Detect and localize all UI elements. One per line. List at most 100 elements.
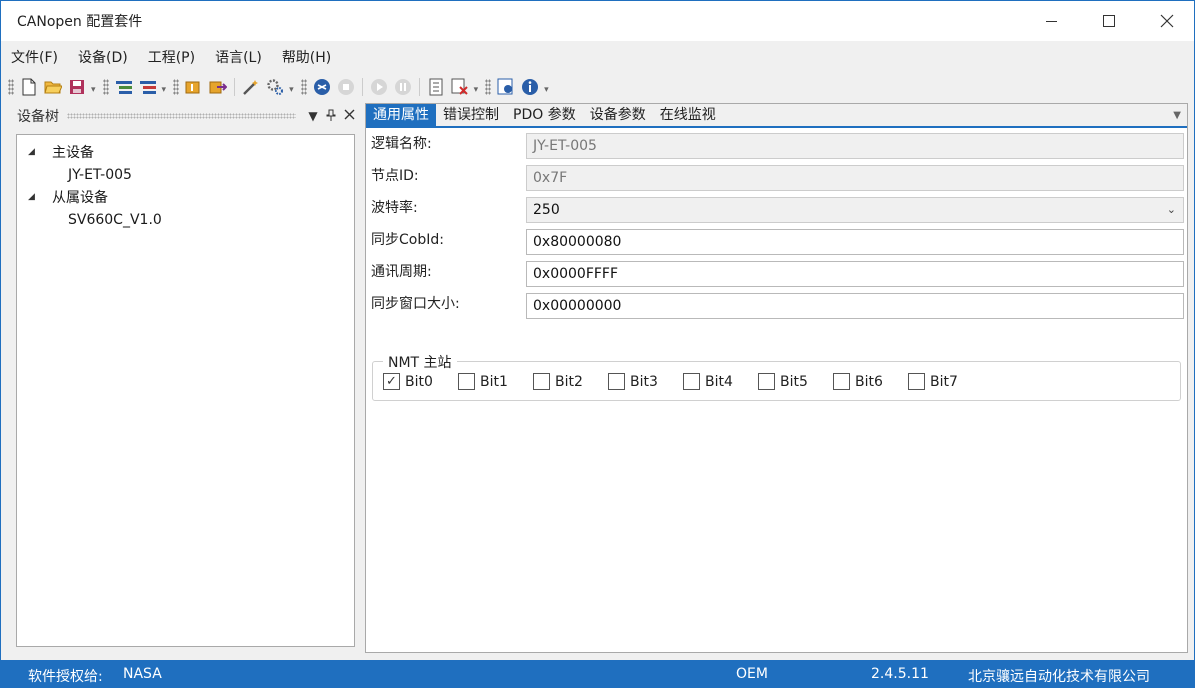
sync-window-input[interactable]: 0x00000000 xyxy=(526,293,1184,319)
oem-label: OEM xyxy=(736,666,768,682)
config-icon[interactable] xyxy=(495,76,517,98)
tree-node-master-device[interactable]: JY-ET-005 xyxy=(17,164,354,187)
minimize-button[interactable] xyxy=(1022,1,1080,41)
status-bar: 软件授权给: NASA OEM 2.4.5.11 北京骧远自动化技术有限公司 xyxy=(1,660,1195,688)
bit2-checkbox[interactable]: Bit2 xyxy=(533,373,608,390)
wizard-icon[interactable] xyxy=(240,76,262,98)
menu-language[interactable]: 语言(L) xyxy=(205,47,272,67)
sync-window-label: 同步窗口大小: xyxy=(371,296,460,312)
toolbar-grip[interactable] xyxy=(300,79,307,95)
bit7-checkbox[interactable]: Bit7 xyxy=(908,373,983,390)
comm-period-input[interactable]: 0x0000FFFF xyxy=(526,261,1184,287)
bit6-checkbox[interactable]: Bit6 xyxy=(833,373,908,390)
download-icon[interactable] xyxy=(425,76,447,98)
bit-label: Bit7 xyxy=(930,373,958,390)
close-button[interactable] xyxy=(1138,1,1195,41)
toolbar-separator xyxy=(361,78,363,96)
checkbox-icon[interactable] xyxy=(458,373,475,390)
minimize-icon xyxy=(1045,20,1057,22)
node-id-label: 节点ID: xyxy=(371,168,419,184)
tab-list-icon[interactable]: ▼ xyxy=(1173,110,1181,121)
tab-pdo[interactable]: PDO 参数 xyxy=(506,104,583,126)
checkbox-icon[interactable] xyxy=(833,373,850,390)
tree-node-slave-device[interactable]: SV660C_V1.0 xyxy=(17,209,354,232)
open-folder-icon[interactable] xyxy=(42,76,64,98)
chevron-down-icon[interactable]: ▾ xyxy=(162,85,167,95)
tree-node-master[interactable]: ◢ 主设备 xyxy=(17,141,354,164)
tab-error-control[interactable]: 错误控制 xyxy=(436,104,506,126)
menu-project[interactable]: 工程(P) xyxy=(138,47,205,67)
menu-device[interactable]: 设备(D) xyxy=(68,47,138,67)
toolbar-grip[interactable] xyxy=(102,79,109,95)
panel-grip[interactable] xyxy=(67,113,296,119)
menu-help[interactable]: 帮助(H) xyxy=(272,47,341,67)
tree-node-label: 主设备 xyxy=(52,145,94,162)
maximize-button[interactable] xyxy=(1080,1,1138,41)
sync-cobid-row: 同步CobId: 0x80000080 xyxy=(366,226,1189,255)
tab-online-monitor[interactable]: 在线监视 xyxy=(653,104,723,126)
tab-general[interactable]: 通用属性 xyxy=(366,104,436,126)
bit-label: Bit6 xyxy=(855,373,883,390)
chevron-down-icon[interactable]: ▾ xyxy=(474,85,479,95)
checkbox-checked-icon[interactable]: ✓ xyxy=(383,373,400,390)
toolbar: ▾ ▾ ▾ ▾ ▾ xyxy=(1,73,1194,101)
maximize-icon xyxy=(1103,15,1115,27)
sync-cobid-input[interactable]: 0x80000080 xyxy=(526,229,1184,255)
tree-node-label: 从属设备 xyxy=(52,190,108,207)
bit5-checkbox[interactable]: Bit5 xyxy=(758,373,833,390)
chevron-down-icon[interactable]: ▾ xyxy=(91,85,96,95)
logic-name-field: JY-ET-005 xyxy=(526,133,1184,159)
baud-rate-value: 250 xyxy=(533,202,560,218)
save-icon[interactable] xyxy=(66,76,88,98)
bit3-checkbox[interactable]: Bit3 xyxy=(608,373,683,390)
app-window: CANopen 配置套件 文件(F) 设备(D) 工程(P) 语言(L) 帮助(… xyxy=(0,0,1195,688)
bit4-checkbox[interactable]: Bit4 xyxy=(683,373,758,390)
logic-name-label: 逻辑名称: xyxy=(371,136,432,152)
pause-icon[interactable] xyxy=(392,76,414,98)
export-icon[interactable] xyxy=(207,76,229,98)
checkbox-icon[interactable] xyxy=(683,373,700,390)
panel-close-icon[interactable] xyxy=(340,109,358,123)
license-value: NASA xyxy=(123,666,162,682)
checkbox-icon[interactable] xyxy=(533,373,550,390)
bit-label: Bit5 xyxy=(780,373,808,390)
chevron-down-icon[interactable]: ▾ xyxy=(289,85,294,95)
comm-period-row: 通讯周期: 0x0000FFFF xyxy=(366,258,1189,287)
delete-icon[interactable] xyxy=(449,76,471,98)
toolbar-grip[interactable] xyxy=(173,79,180,95)
menu-file[interactable]: 文件(F) xyxy=(1,47,68,67)
checkbox-icon[interactable] xyxy=(758,373,775,390)
info-icon[interactable] xyxy=(519,76,541,98)
checkbox-icon[interactable] xyxy=(608,373,625,390)
settings-icon[interactable] xyxy=(264,76,286,98)
bit-label: Bit1 xyxy=(480,373,508,390)
stop-icon[interactable] xyxy=(335,76,357,98)
add-node-icon[interactable] xyxy=(113,76,135,98)
collapse-icon[interactable]: ◢ xyxy=(28,147,42,157)
import-icon[interactable] xyxy=(183,76,205,98)
tab-device-params[interactable]: 设备参数 xyxy=(583,104,653,126)
chevron-down-icon[interactable]: ▾ xyxy=(544,85,549,95)
company-label: 北京骧远自动化技术有限公司 xyxy=(968,669,1150,685)
collapse-icon[interactable]: ◢ xyxy=(28,192,42,202)
toolbar-separator xyxy=(234,78,236,96)
bit0-checkbox[interactable]: ✓ Bit0 xyxy=(383,373,458,390)
logic-name-row: 逻辑名称: JY-ET-005 xyxy=(366,130,1189,159)
remove-node-icon[interactable] xyxy=(137,76,159,98)
pin-icon[interactable] xyxy=(322,109,340,124)
baud-rate-select[interactable]: 250 ⌄ xyxy=(526,197,1184,223)
panel-menu-icon[interactable]: ▼ xyxy=(304,109,322,123)
bit-label: Bit0 xyxy=(405,373,433,390)
play-icon[interactable] xyxy=(368,76,390,98)
checkbox-icon[interactable] xyxy=(908,373,925,390)
connect-icon[interactable] xyxy=(311,76,333,98)
chevron-down-icon[interactable]: ⌄ xyxy=(1167,198,1176,222)
bit1-checkbox[interactable]: Bit1 xyxy=(458,373,533,390)
window-title: CANopen 配置套件 xyxy=(17,14,143,30)
toolbar-grip[interactable] xyxy=(8,79,14,95)
panel-header: 设备树 ▼ xyxy=(10,103,358,129)
toolbar-grip[interactable] xyxy=(485,79,492,95)
new-file-icon[interactable] xyxy=(18,76,40,98)
tree-node-slaves[interactable]: ◢ 从属设备 xyxy=(17,186,354,209)
tree-node-label: JY-ET-005 xyxy=(68,166,132,183)
